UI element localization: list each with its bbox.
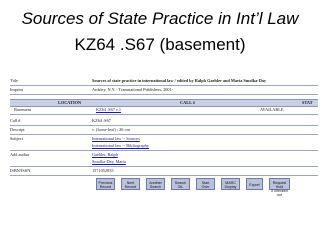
slide-title: Sources of State Practice in Int’l Law (21, 9, 299, 28)
holding-status: AVAILABLE (260, 107, 284, 112)
call-number-heading: KZ64 .S67 (basement) (74, 35, 246, 54)
button-label: if checked out (271, 188, 288, 197)
divider (10, 114, 318, 115)
divider (10, 125, 318, 126)
divider (10, 85, 318, 86)
export-button[interactable]: Export (246, 178, 263, 190)
record-field-add-author-2: Smolka-Day, Maria (10, 159, 318, 165)
divider (10, 175, 318, 176)
previous-record-button[interactable]: Previous Record (96, 178, 115, 190)
field-label: Imprint (10, 87, 23, 92)
status-column-header: STAT (302, 100, 313, 105)
location-column-header: LOCATION (58, 100, 82, 105)
subject-link[interactable]: International law -- Bibliography (92, 143, 149, 149)
another-search-button[interactable]: Another Search (146, 178, 165, 190)
record-field-add-author: Add author Gaebler, Ralph (10, 152, 318, 158)
divider (10, 134, 318, 135)
field-label: Call # (10, 118, 21, 123)
record-field-subject: Subject International law -- Sources (10, 136, 318, 142)
record-field-subject-2: International law -- Bibliography (10, 143, 318, 149)
field-value: 1571052855 (92, 168, 114, 173)
start-over-button[interactable]: Start Over (196, 178, 215, 190)
divider (10, 166, 318, 167)
button-label: Over (201, 184, 210, 189)
divider (10, 150, 318, 151)
record-field-description: Descript v. (loose-leaf) ; 26 cm (10, 127, 318, 133)
holdings-row: Basement KZ64 .S67 v.1 AVAILABLE (10, 107, 318, 113)
catalog-screenshot: Title Sources of state practice in inter… (10, 76, 318, 198)
action-button-bar: Previous Record Next Record Another Search … (96, 178, 290, 197)
record-field-call-number: Call # KZ64 .S67 (10, 118, 318, 124)
author-link[interactable]: Gaebler, Ralph (92, 152, 118, 158)
field-label: ISBN/ISSN (10, 168, 31, 173)
record-field-title: Title Sources of state practice in inter… (10, 78, 318, 84)
record-field-isbn: ISBN/ISSN 1571052855 (10, 168, 318, 174)
next-record-button[interactable]: Next Record (121, 178, 140, 190)
button-label: Record (99, 184, 112, 189)
divider (10, 94, 318, 95)
button-label: Display (224, 184, 237, 189)
field-value: v. (loose-leaf) ; 26 cm (92, 127, 130, 132)
subject-link[interactable]: International law -- Sources (92, 136, 140, 142)
button-label: Search (149, 184, 162, 189)
field-label: Title (10, 78, 18, 83)
record-field-imprint: Imprint Ardsley, N.Y. : Transnational Pu… (10, 87, 318, 93)
field-label: Descript (10, 127, 25, 132)
button-label: OIL (177, 184, 184, 189)
button-label: Export (249, 182, 260, 187)
holdings-header: LOCATION CALL # STAT (10, 99, 318, 107)
field-value: Sources of state practice in internation… (92, 78, 267, 83)
marc-display-button[interactable]: MARC Display (221, 178, 240, 190)
holding-location: Basement (14, 107, 31, 112)
holding-call-number-link[interactable]: KZ64 .S67 v.1 (96, 107, 121, 113)
field-value: Ardsley, N.Y. : Transnational Publishers… (92, 87, 174, 92)
field-label: Add author (10, 152, 30, 157)
request-hold-button[interactable]: Request Hold if checked out (269, 178, 290, 197)
field-label: Subject (10, 136, 23, 141)
call-number-column-header: CALL # (180, 100, 195, 105)
search-oil-button[interactable]: Search OIL (171, 178, 190, 190)
field-value: KZ64 .S67 (92, 118, 111, 123)
button-label: Request Hold (272, 180, 287, 189)
button-label: Record (124, 184, 137, 189)
author-link[interactable]: Smolka-Day, Maria (92, 159, 126, 165)
